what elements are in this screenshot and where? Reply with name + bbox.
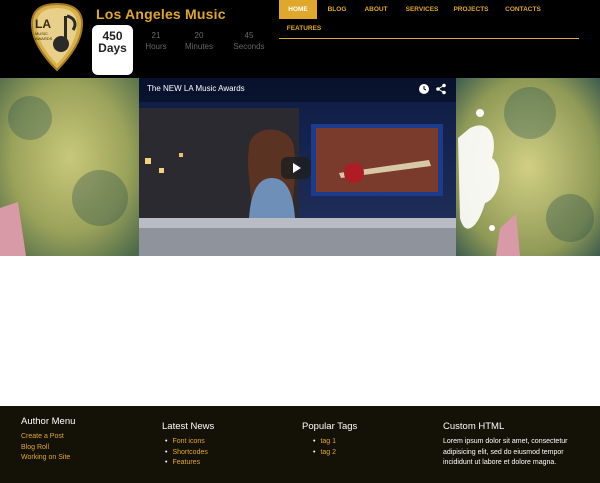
share-icon[interactable] — [435, 83, 447, 95]
countdown-hours-value: 21 — [151, 31, 161, 40]
nav-item-services[interactable]: SERVICES — [400, 0, 444, 19]
countdown-seconds-label: Seconds — [233, 42, 265, 51]
footer-news-item[interactable]: Features — [165, 458, 214, 469]
site-header: LA MUSIC AWARDS Los Angeles Music 450 Da… — [0, 0, 600, 78]
countdown-minutes: 20 Minutes — [184, 30, 214, 52]
site-title[interactable]: Los Angeles Music — [96, 6, 226, 22]
footer-latest-news: Latest News Font icons Shortcodes Featur… — [162, 421, 214, 469]
countdown-minutes-label: Minutes — [184, 42, 213, 51]
nav-item-about[interactable]: ABOUT — [357, 0, 395, 19]
footer-link-blog-roll[interactable]: Blog Roll — [21, 443, 75, 454]
nav-item-home[interactable]: HOME — [279, 0, 317, 19]
la-music-awards-logo[interactable]: LA MUSIC AWARDS — [29, 2, 85, 72]
svg-text:AWARDS: AWARDS — [35, 36, 53, 41]
countdown-days-box: 450 Days — [92, 25, 133, 75]
footer-custom-html-title: Custom HTML — [443, 421, 505, 432]
nav-underline — [279, 38, 579, 39]
footer-tag-item[interactable]: tag 1 — [313, 437, 357, 448]
nav-item-blog[interactable]: BLOG — [318, 0, 356, 19]
nav-item-contacts[interactable]: CONTACTS — [499, 0, 547, 19]
footer-news-item[interactable]: Shortcodes — [165, 448, 214, 459]
countdown-seconds: 45 Seconds — [233, 30, 265, 52]
footer-link-create-post[interactable]: Create a Post — [21, 432, 75, 443]
footer-custom-html-text: Lorem ipsum dolor sit amet, consectetur … — [443, 438, 568, 466]
countdown-minutes-value: 20 — [194, 31, 204, 40]
nav-item-features[interactable]: FEATURES — [279, 19, 329, 38]
footer-news-item[interactable]: Font icons — [165, 437, 214, 448]
footer-latest-news-title: Latest News — [162, 421, 215, 432]
nav-item-projects[interactable]: PROJECTS — [449, 0, 493, 19]
svg-text:LA: LA — [35, 17, 51, 31]
footer-author-menu-title: Author Menu — [21, 416, 76, 427]
footer-author-menu: Author Menu Create a Post Blog Roll Work… — [21, 416, 75, 464]
play-icon[interactable] — [281, 157, 311, 179]
footer-custom-html: Custom HTML Lorem ipsum dolor sit amet, … — [443, 421, 588, 469]
footer-popular-tags-title: Popular Tags — [302, 421, 358, 432]
footer-tag-item[interactable]: tag 2 — [313, 448, 357, 459]
video-title[interactable]: The NEW LA Music Awards — [147, 84, 245, 93]
site-footer: Author Menu Create a Post Blog Roll Work… — [0, 406, 600, 483]
footer-popular-tags: Popular Tags tag 1 tag 2 — [302, 421, 357, 458]
countdown-days-label: Days — [98, 41, 127, 55]
countdown-hours-label: Hours — [145, 42, 167, 51]
footer-link-working-on-site[interactable]: Working on Site — [21, 453, 75, 464]
video-player[interactable]: The NEW LA Music Awards — [139, 78, 456, 256]
countdown-seconds-value: 45 — [244, 31, 254, 40]
countdown-hours: 21 Hours — [145, 30, 167, 52]
